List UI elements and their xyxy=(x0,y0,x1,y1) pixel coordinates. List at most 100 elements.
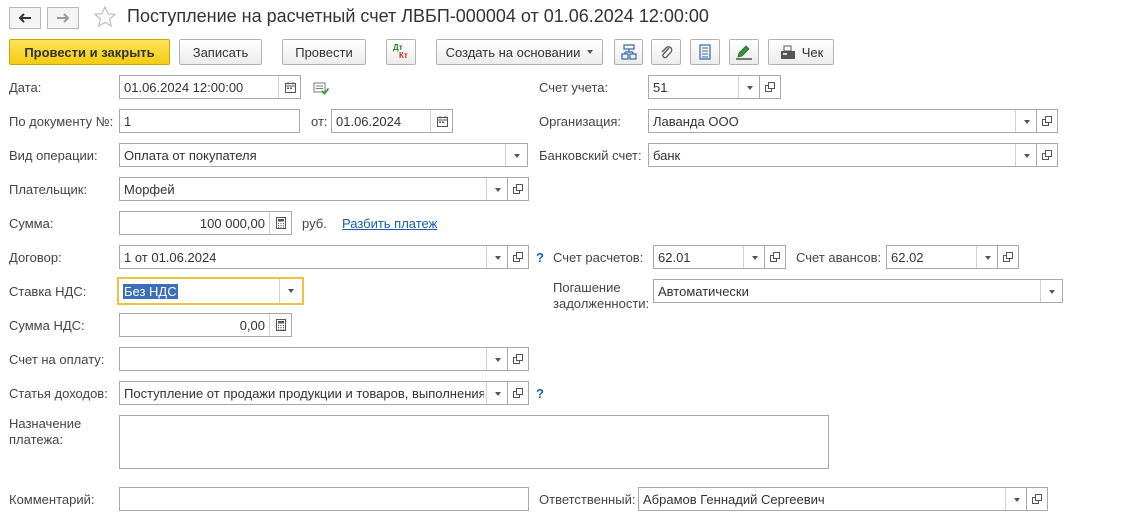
vat-sum-label: Сумма НДС: xyxy=(9,318,85,333)
list-document-icon xyxy=(699,44,711,60)
create-based-on-button[interactable]: Создать на основании xyxy=(436,39,603,65)
post-button[interactable]: Провести xyxy=(282,39,366,65)
calculator-icon[interactable] xyxy=(271,314,291,336)
pencil-icon xyxy=(736,45,752,60)
comment-field[interactable] xyxy=(119,487,529,511)
arrow-left-icon xyxy=(18,13,31,23)
from-date-field[interactable]: 01.06.2024 xyxy=(331,109,453,133)
vat-rate-select[interactable]: Без НДС xyxy=(117,277,304,305)
attach-files-button[interactable] xyxy=(651,39,681,65)
advance-account-open-button[interactable] xyxy=(997,245,1019,269)
from-label: от: xyxy=(311,114,328,129)
comment-label: Комментарий: xyxy=(9,492,95,507)
responsible-select[interactable]: Абрамов Геннадий Сергеевич xyxy=(638,487,1028,511)
contract-label: Договор: xyxy=(9,250,62,265)
dtkt-icon: Дт Кт xyxy=(393,43,408,60)
payer-open-button[interactable] xyxy=(507,177,529,201)
account-select[interactable]: 51 xyxy=(648,75,761,99)
favorite-star-icon[interactable] xyxy=(93,5,117,29)
chevron-down-icon[interactable] xyxy=(752,256,758,260)
calculator-icon[interactable] xyxy=(271,212,291,234)
save-button[interactable]: Записать xyxy=(179,39,262,65)
responsible-label: Ответственный: xyxy=(539,492,636,507)
invoice-label: Счет на оплату: xyxy=(9,352,105,367)
chevron-down-icon[interactable] xyxy=(985,256,991,260)
debt-repayment-label-line2: задолженности: xyxy=(553,296,650,311)
post-and-close-button[interactable]: Провести и закрыть xyxy=(9,39,170,65)
chevron-down-icon xyxy=(587,50,594,54)
income-item-help-icon[interactable]: ? xyxy=(536,386,544,401)
bank-account-label: Банковский счет: xyxy=(539,148,642,163)
open-window-icon xyxy=(513,388,523,398)
chevron-down-icon[interactable] xyxy=(747,86,753,90)
open-window-icon xyxy=(1042,150,1052,160)
vat-sum-field[interactable]: 0,00 xyxy=(119,313,292,337)
income-item-label: Статья доходов: xyxy=(9,386,108,401)
operation-type-label: Вид операции: xyxy=(9,148,98,163)
responsible-open-button[interactable] xyxy=(1026,487,1048,511)
bank-account-open-button[interactable] xyxy=(1036,143,1058,167)
chevron-down-icon[interactable] xyxy=(495,256,501,260)
invoice-select[interactable] xyxy=(119,347,509,371)
debt-repayment-select[interactable]: Автоматически xyxy=(653,279,1063,303)
income-item-select[interactable]: Поступление от продажи продукции и товар… xyxy=(119,381,509,405)
payer-label: Плательщик: xyxy=(9,182,88,197)
account-label: Счет учета: xyxy=(539,80,609,95)
account-open-button[interactable] xyxy=(759,75,781,99)
sum-label: Сумма: xyxy=(9,216,54,231)
calendar-icon[interactable] xyxy=(280,76,300,98)
contract-select[interactable]: 1 от 01.06.2024 xyxy=(119,245,509,269)
doc-number-field[interactable]: 1 xyxy=(119,109,300,133)
chevron-down-icon[interactable] xyxy=(514,154,520,158)
settlement-account-open-button[interactable] xyxy=(764,245,786,269)
purpose-label-line1: Назначение xyxy=(9,416,82,431)
chevron-down-icon[interactable] xyxy=(1024,120,1030,124)
chevron-down-icon[interactable] xyxy=(495,188,501,192)
organization-open-button[interactable] xyxy=(1036,109,1058,133)
cash-register-icon xyxy=(780,45,795,59)
organization-label: Организация: xyxy=(539,114,622,129)
hierarchy-icon xyxy=(620,44,637,60)
back-button[interactable] xyxy=(9,7,41,29)
paperclip-icon xyxy=(661,46,673,59)
edit-button[interactable] xyxy=(729,39,759,65)
chevron-down-icon[interactable] xyxy=(495,392,501,396)
chevron-down-icon[interactable] xyxy=(288,289,294,293)
structure-button[interactable] xyxy=(614,39,643,65)
contract-help-icon[interactable]: ? xyxy=(536,250,544,265)
doc-number-label: По документу №: xyxy=(9,114,114,129)
chevron-down-icon[interactable] xyxy=(1014,498,1020,502)
open-window-icon xyxy=(513,184,523,194)
arrow-right-icon xyxy=(57,13,70,23)
operation-type-select[interactable]: Оплата от покупателя xyxy=(119,143,528,167)
payment-purpose-textarea[interactable] xyxy=(119,415,829,469)
vat-rate-label: Ставка НДС: xyxy=(9,284,87,299)
forward-button[interactable] xyxy=(47,7,79,29)
invoice-open-button[interactable] xyxy=(507,347,529,371)
settlement-account-label: Счет расчетов: xyxy=(553,250,644,265)
open-window-icon xyxy=(513,354,523,364)
organization-select[interactable]: Лаванда ООО xyxy=(648,109,1038,133)
contract-open-button[interactable] xyxy=(507,245,529,269)
open-window-icon xyxy=(1042,116,1052,126)
date-field[interactable]: 01.06.2024 12:00:00 xyxy=(119,75,301,99)
split-payment-link[interactable]: Разбить платеж xyxy=(342,216,437,231)
dtkt-button[interactable]: Дт Кт xyxy=(386,39,416,65)
open-window-icon xyxy=(1032,494,1042,504)
chevron-down-icon[interactable] xyxy=(495,358,501,362)
advance-account-label: Счет авансов: xyxy=(796,250,882,265)
payer-select[interactable]: Морфей xyxy=(119,177,509,201)
bank-account-select[interactable]: банк xyxy=(648,143,1038,167)
advance-account-select[interactable]: 62.02 xyxy=(886,245,999,269)
income-item-open-button[interactable] xyxy=(507,381,529,405)
report-button[interactable] xyxy=(690,39,720,65)
chevron-down-icon[interactable] xyxy=(1049,290,1055,294)
receipt-check-button[interactable]: Чек xyxy=(768,39,834,65)
document-status-icon[interactable] xyxy=(312,80,330,96)
open-window-icon xyxy=(765,82,775,92)
sum-field[interactable]: 100 000,00 xyxy=(119,211,292,235)
settlement-account-select[interactable]: 62.01 xyxy=(653,245,766,269)
debt-repayment-label-line1: Погашение xyxy=(553,280,621,295)
calendar-icon[interactable] xyxy=(432,110,452,132)
chevron-down-icon[interactable] xyxy=(1024,154,1030,158)
